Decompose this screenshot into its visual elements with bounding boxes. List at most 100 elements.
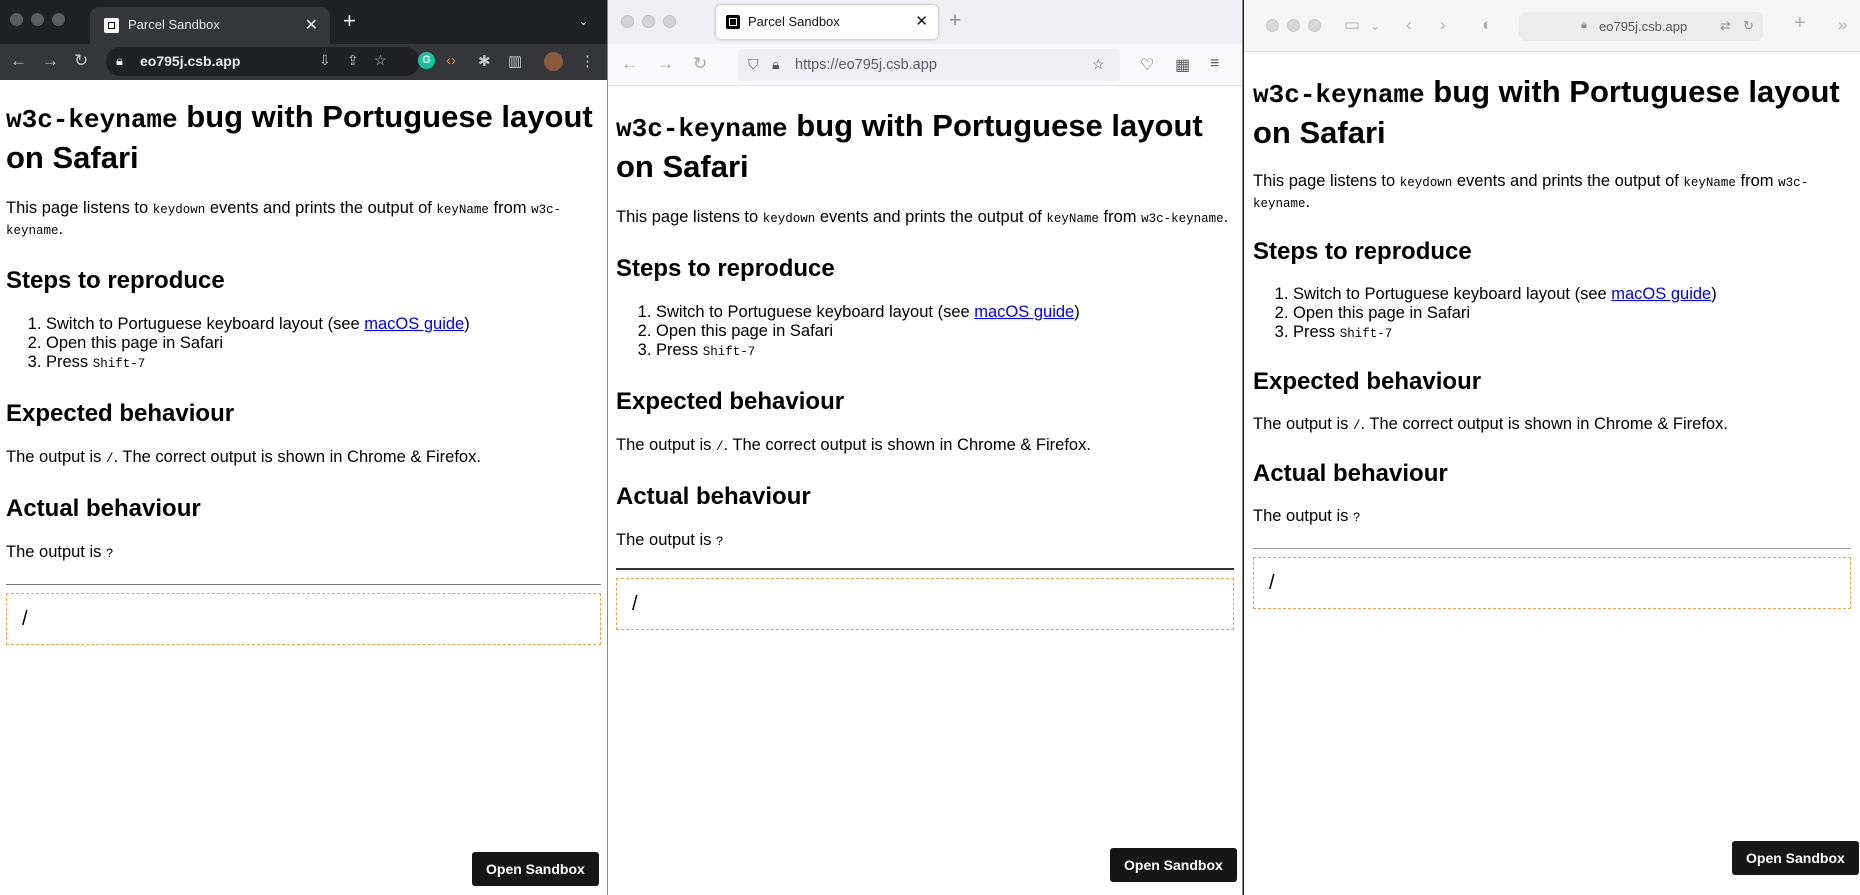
title-code: w3c-keyname [616, 114, 788, 144]
safari-page-content: w3c-keyname bug with Portuguese layout o… [1244, 53, 1860, 895]
privacy-shield-icon[interactable]: ◐ [1482, 15, 1492, 35]
title-code: w3c-keyname [1253, 80, 1425, 110]
divider [616, 568, 1234, 570]
lock-icon[interactable]: 🔒︎ [116, 53, 123, 69]
minimize-window-icon[interactable] [642, 15, 655, 28]
macos-guide-link[interactable]: macOS guide [1611, 285, 1711, 303]
page-title: w3c-keyname bug with Portuguese layout o… [1253, 73, 1851, 152]
translate-icon[interactable]: ⇄ [1720, 18, 1731, 34]
back-icon[interactable]: ‹ [1406, 15, 1412, 35]
safari-toolbar: ▭ ⌄ ‹ › ◐ 🔒︎ eo795j.csb.app ⇄ ↻ + » [1244, 0, 1860, 52]
new-tab-icon[interactable]: + [343, 8, 356, 34]
minimize-window-icon[interactable] [31, 13, 44, 26]
url-text: https://eo795j.csb.app [795, 57, 937, 73]
step-item: Switch to Portuguese keyboard layout (se… [656, 303, 1234, 322]
sidebar-icon[interactable]: ▭ [1344, 15, 1360, 35]
key-output-box: / [1253, 557, 1851, 609]
macos-guide-link[interactable]: macOS guide [364, 315, 464, 333]
firefox-toolbar: ← → ↻ ⛉ 🔒︎ https://eo795j.csb.app ☆ ♡ ▦ … [608, 44, 1242, 86]
firefox-page-content: w3c-keyname bug with Portuguese layout o… [608, 86, 1242, 895]
forward-icon[interactable]: → [657, 54, 674, 74]
step-item: Press Shift-7 [656, 341, 1234, 362]
safari-window: ▭ ⌄ ‹ › ◐ 🔒︎ eo795j.csb.app ⇄ ↻ + » w3c-… [1244, 0, 1860, 895]
url-text: eo795j.csb.app [1599, 19, 1688, 34]
overflow-chevron-icon[interactable]: » [1838, 15, 1847, 35]
zoom-window-icon[interactable] [1308, 19, 1321, 32]
expected-paragraph: The output is /. The correct output is s… [1253, 415, 1728, 433]
actual-heading: Actual behaviour [616, 483, 811, 510]
steps-list: Switch to Portuguese keyboard layout (se… [616, 303, 1234, 362]
chrome-menu-icon[interactable]: ⋮ [580, 52, 595, 70]
intro-paragraph: This page listens to keydown events and … [6, 199, 562, 238]
bookmark-star-icon[interactable]: ☆ [1092, 56, 1105, 73]
intro-paragraph: This page listens to keydown events and … [1253, 172, 1809, 211]
tab-title: Parcel Sandbox [128, 17, 220, 32]
url-text: eo795j.csb.app [140, 53, 241, 69]
step-item: Press Shift-7 [1293, 323, 1851, 344]
new-tab-icon[interactable]: + [949, 9, 961, 33]
reload-icon[interactable]: ↻ [74, 51, 88, 71]
tab-search-chevron-icon[interactable]: ⌄ [578, 13, 589, 29]
open-sandbox-button[interactable]: Open Sandbox [472, 852, 599, 886]
share-icon[interactable]: ⇪ [347, 52, 359, 69]
address-bar[interactable]: ⛉ 🔒︎ https://eo795j.csb.app ☆ [738, 49, 1120, 81]
actual-heading: Actual behaviour [1253, 460, 1448, 487]
extension-icon[interactable]: ▦ [1175, 55, 1190, 75]
zoom-window-icon[interactable] [663, 15, 676, 28]
window-controls [10, 13, 65, 26]
expected-heading: Expected behaviour [616, 388, 845, 415]
open-sandbox-button[interactable]: Open Sandbox [1110, 848, 1237, 882]
menu-icon[interactable]: ≡ [1210, 55, 1219, 73]
actual-heading: Actual behaviour [6, 495, 201, 522]
step-item: Press Shift-7 [46, 353, 601, 374]
intro-paragraph: This page listens to keydown events and … [616, 208, 1229, 226]
back-icon[interactable]: ← [621, 54, 638, 74]
actual-paragraph: The output is ? [616, 531, 724, 549]
address-bar[interactable]: 🔒︎ eo795j.csb.app ⇄ ↻ [1519, 12, 1763, 41]
open-sandbox-button[interactable]: Open Sandbox [1732, 841, 1859, 875]
steps-heading: Steps to reproduce [1253, 238, 1472, 265]
step-item: Open this page in Safari [656, 322, 1234, 341]
codesandbox-favicon-icon [104, 18, 119, 33]
window-controls [1266, 19, 1321, 32]
expected-paragraph: The output is /. The correct output is s… [616, 436, 1091, 454]
reload-icon[interactable]: ↻ [1743, 18, 1754, 34]
step-item: Switch to Portuguese keyboard layout (se… [46, 315, 601, 334]
firefox-tab[interactable]: Parcel Sandbox ✕ [716, 5, 938, 39]
new-tab-icon[interactable]: + [1794, 12, 1806, 35]
forward-icon[interactable]: → [42, 51, 59, 71]
address-bar[interactable]: 🔒︎ eo795j.csb.app ⇩ ⇪ ☆ [106, 47, 420, 76]
step-item: Switch to Portuguese keyboard layout (se… [1293, 285, 1851, 304]
lock-icon[interactable]: 🔒︎ [1581, 19, 1587, 32]
chevron-down-icon[interactable]: ⌄ [1370, 19, 1380, 33]
side-panel-icon[interactable]: ▥ [508, 52, 522, 70]
step-item: Open this page in Safari [1293, 304, 1851, 323]
back-icon[interactable]: ← [10, 51, 27, 71]
lock-icon[interactable]: 🔒︎ [772, 56, 779, 73]
close-window-icon[interactable] [1266, 19, 1279, 32]
steps-list: Switch to Portuguese keyboard layout (se… [1253, 285, 1851, 344]
forward-icon[interactable]: › [1440, 15, 1446, 35]
expected-heading: Expected behaviour [6, 400, 235, 427]
close-window-icon[interactable] [621, 15, 634, 28]
minimize-window-icon[interactable] [1287, 19, 1300, 32]
firefox-tab-bar: Parcel Sandbox ✕ + [608, 0, 1242, 44]
close-window-icon[interactable] [10, 13, 23, 26]
close-tab-icon[interactable]: ✕ [305, 15, 318, 35]
chrome-tab[interactable]: Parcel Sandbox ✕ [90, 7, 330, 44]
code-extension-icon[interactable]: ‹› [446, 52, 456, 69]
install-app-icon[interactable]: ⇩ [319, 52, 331, 69]
chrome-tab-bar: Parcel Sandbox ✕ + ⌄ [0, 0, 607, 44]
profile-avatar[interactable] [544, 52, 563, 71]
step-item: Open this page in Safari [46, 334, 601, 353]
steps-heading: Steps to reproduce [6, 267, 225, 294]
pocket-icon[interactable]: ♡ [1140, 55, 1154, 75]
reload-icon[interactable]: ↻ [693, 54, 707, 74]
bookmark-star-icon[interactable]: ☆ [374, 52, 387, 69]
tracking-protection-shield-icon[interactable]: ⛉ [748, 56, 759, 73]
close-tab-icon[interactable]: ✕ [915, 12, 928, 30]
zoom-window-icon[interactable] [52, 13, 65, 26]
grammarly-extension-icon[interactable]: G [418, 52, 435, 69]
extensions-puzzle-icon[interactable]: ✱ [478, 52, 491, 70]
macos-guide-link[interactable]: macOS guide [974, 303, 1074, 321]
